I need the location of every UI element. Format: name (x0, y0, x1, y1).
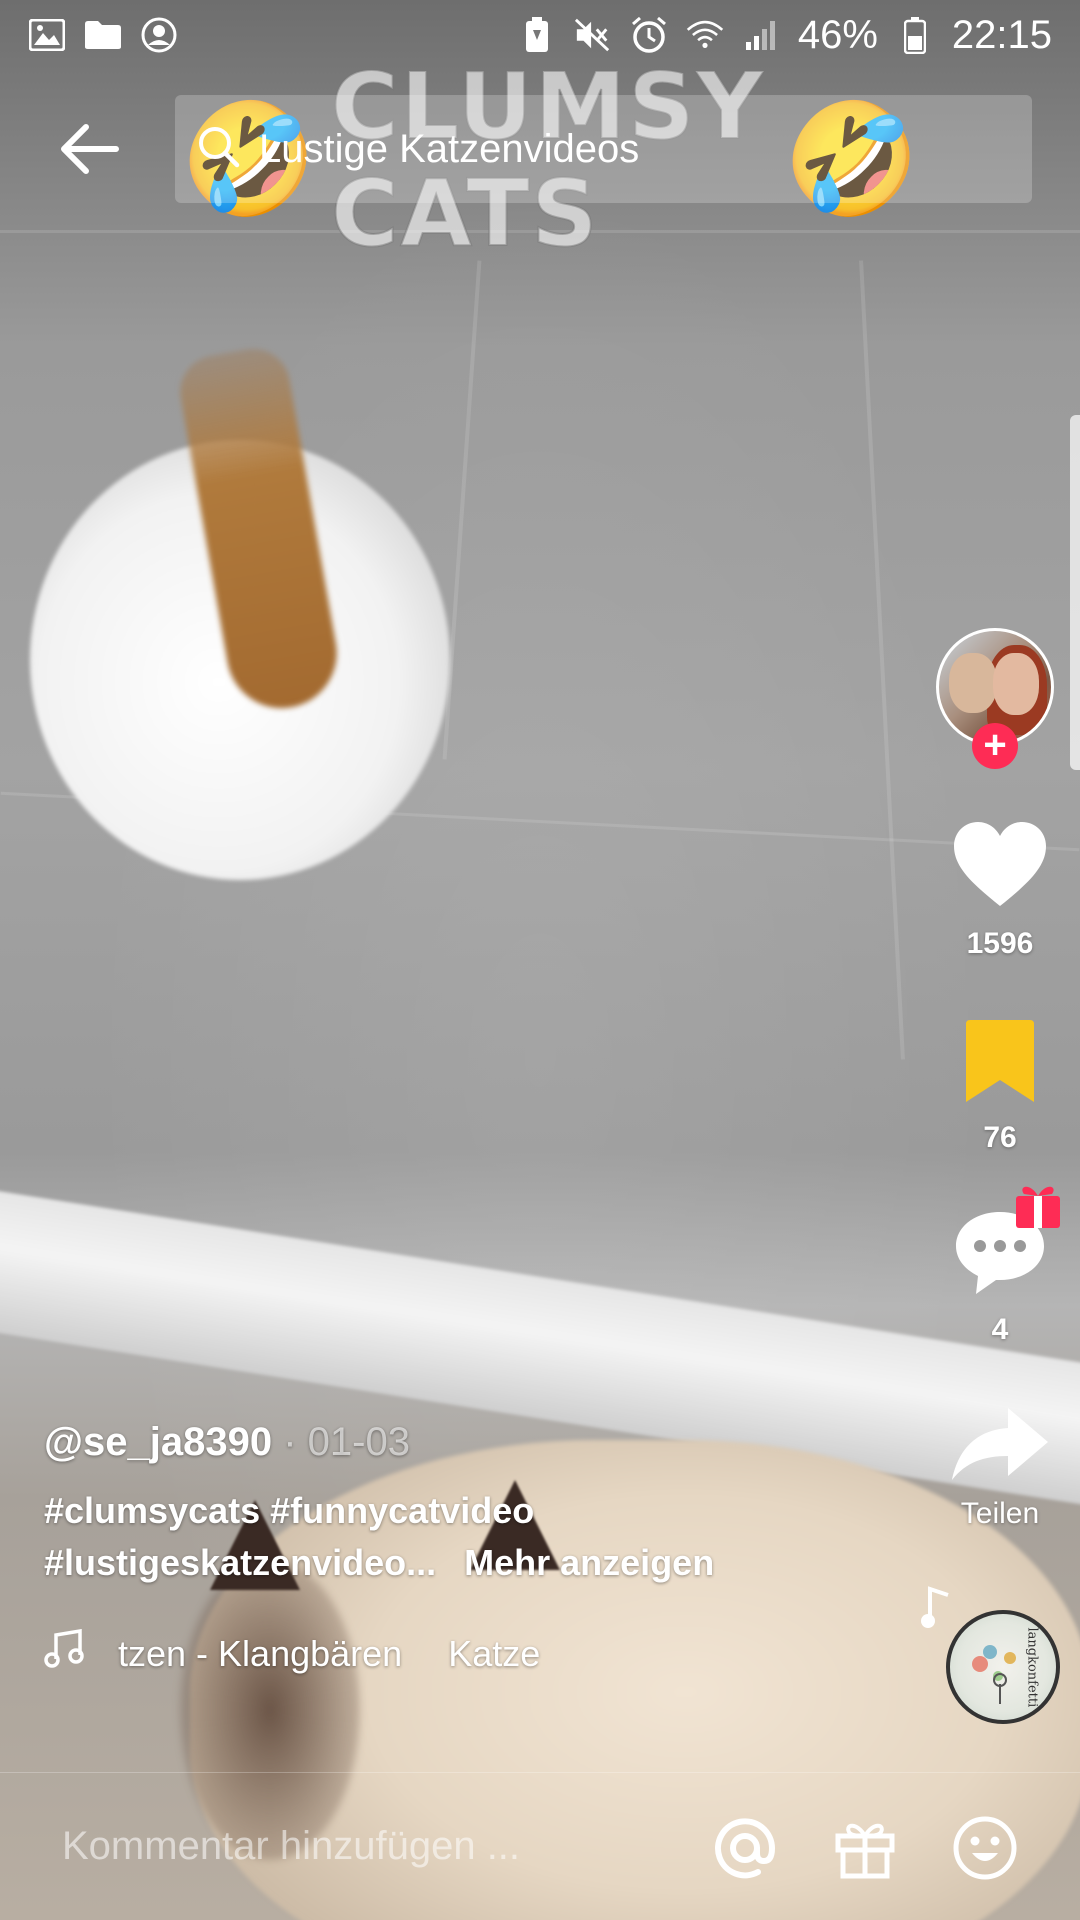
header: Lustige Katzenvideos (0, 95, 1080, 205)
disc-brand-text: langkonfetti (1024, 1627, 1040, 1708)
show-more-link[interactable]: Mehr anzeigen (464, 1542, 714, 1583)
share-button[interactable]: Teilen (920, 1406, 1080, 1531)
post-date: · 01-03 (272, 1420, 410, 1464)
alarm-icon (630, 16, 668, 54)
share-arrow-icon (950, 1408, 1050, 1486)
signal-icon (742, 16, 780, 54)
favorite-count: 76 (983, 1121, 1017, 1154)
clock: 22:15 (951, 12, 1052, 57)
status-bar: 46% 22:15 (0, 0, 1080, 70)
hashtags-line-2[interactable]: #lustigeskatzenvideo... (44, 1542, 436, 1583)
search-query-text: Lustige Katzenvideos (259, 126, 640, 171)
battery-icon (896, 16, 934, 54)
share-label: Teilen (960, 1497, 1040, 1530)
account-icon (140, 16, 178, 54)
search-icon (197, 125, 241, 174)
music-tag: Katze (448, 1632, 541, 1674)
gift-badge-icon (1012, 1178, 1064, 1230)
back-button[interactable] (52, 113, 128, 189)
action-rail: + 1596 76 4 Teilen langkonfetti (920, 620, 1080, 1740)
wifi-icon (686, 16, 724, 54)
gift-icon[interactable] (830, 1813, 900, 1883)
music-note-icon (44, 1628, 84, 1678)
search-bar[interactable]: Lustige Katzenvideos (175, 95, 1032, 203)
music-title: tzen - Klangbären (118, 1632, 403, 1674)
like-count: 1596 (966, 927, 1034, 960)
username-link[interactable]: @se_ja8390 (44, 1420, 272, 1464)
post-info: @se_ja8390 · 01-03 #clumsycats #funnycat… (44, 1420, 804, 1678)
arrow-left-icon (60, 123, 120, 180)
mention-icon[interactable] (710, 1813, 780, 1883)
follow-button[interactable]: + (972, 723, 1018, 769)
hashtags-line-1[interactable]: #clumsycats #funnycatvideo (44, 1485, 804, 1537)
favorite-button[interactable]: 76 (920, 1018, 1080, 1155)
comment-bar (0, 1772, 1080, 1920)
post-description: #clumsycats #funnycatvideo #lustigeskatz… (44, 1485, 804, 1589)
battery-saver-icon (518, 16, 556, 54)
bookmark-icon (962, 1020, 1038, 1108)
heart-icon (950, 822, 1050, 914)
folder-icon (84, 16, 122, 54)
comment-bubble-icon (952, 1212, 1048, 1300)
floating-music-note-icon (920, 1585, 950, 1639)
battery-percent: 46% (797, 12, 878, 57)
comment-count: 4 (991, 1313, 1009, 1346)
emoji-icon[interactable] (950, 1813, 1020, 1883)
comment-button[interactable]: 4 (920, 1186, 1080, 1347)
music-disc[interactable]: langkonfetti (946, 1610, 1060, 1724)
mute-icon (574, 16, 612, 54)
comment-input[interactable] (60, 1823, 684, 1870)
like-button[interactable]: 1596 (920, 820, 1080, 961)
music-info[interactable]: tzen - Klangbären Katze (44, 1628, 804, 1678)
gallery-icon (28, 16, 66, 54)
